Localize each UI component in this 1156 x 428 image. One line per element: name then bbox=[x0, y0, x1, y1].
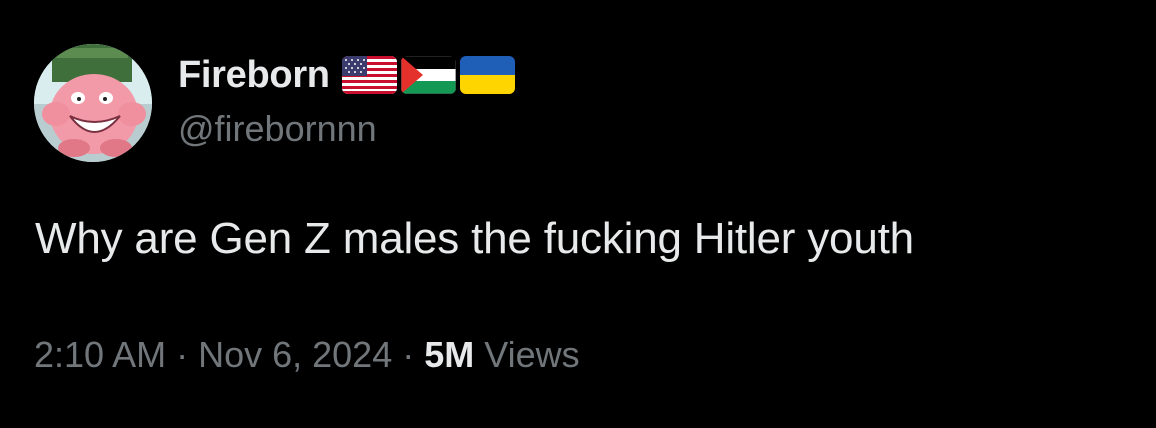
timestamp-date[interactable]: Nov 6, 2024 bbox=[198, 334, 392, 376]
tweet-card: Fireborn @firebornnn Why are Gen Z males… bbox=[0, 0, 1156, 428]
flag-emoji-group bbox=[341, 56, 515, 94]
name-row: Fireborn bbox=[178, 54, 515, 96]
author-identity: Fireborn @firebornnn bbox=[178, 44, 515, 150]
tweet-header: Fireborn @firebornnn bbox=[34, 44, 515, 162]
user-handle[interactable]: @firebornnn bbox=[178, 108, 515, 150]
display-name[interactable]: Fireborn bbox=[178, 54, 330, 97]
timestamp-time[interactable]: 2:10 AM bbox=[34, 334, 166, 376]
palestine-flag-icon bbox=[400, 56, 456, 94]
views-count: 5M bbox=[424, 334, 475, 375]
us-flag-icon bbox=[341, 56, 397, 94]
avatar[interactable] bbox=[34, 44, 152, 162]
meta-separator: · bbox=[402, 334, 415, 375]
tweet-text: Why are Gen Z males the fucking Hitler y… bbox=[35, 214, 914, 263]
meta-separator: · bbox=[176, 334, 189, 375]
views-label: Views bbox=[484, 334, 580, 375]
tweet-meta: 2:10 AM · Nov 6, 2024 · 5M Views bbox=[34, 334, 580, 376]
ukraine-flag-icon bbox=[459, 56, 515, 94]
